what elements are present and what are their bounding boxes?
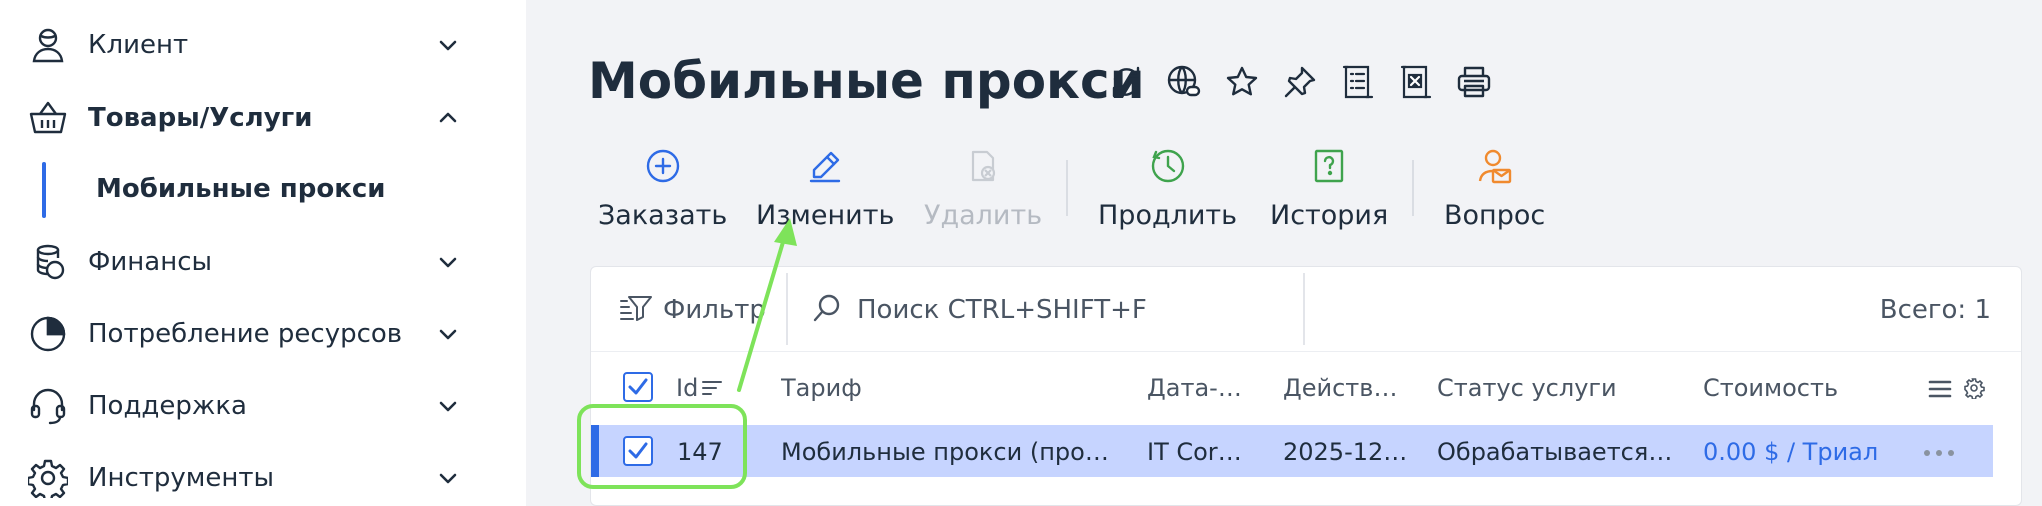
search-icon (811, 292, 843, 328)
cell-tariff: Мобильные прокси (пробн... (781, 438, 1121, 466)
sidebar-item-label: Клиент (88, 30, 189, 60)
divider (786, 273, 788, 345)
chevron-down-icon (434, 320, 462, 348)
title-actions (1106, 62, 1494, 102)
cell-valid-until: 2025-12-... (1283, 438, 1408, 466)
chevron-up-icon (434, 104, 462, 132)
user-mail-icon (1475, 146, 1515, 186)
chevron-down-icon (434, 248, 462, 276)
chevron-down-icon (434, 392, 462, 420)
sidebar-item-resource-usage[interactable]: Потребление ресурсов (0, 304, 526, 364)
sidebar-item-client[interactable]: Клиент (0, 15, 526, 75)
globe-link-icon[interactable] (1164, 62, 1204, 102)
page-title: Мобильные прокси (588, 52, 1145, 110)
column-header-datacenter[interactable]: Дата-ц... (1147, 374, 1252, 402)
sidebar-subitem-label: Мобильные прокси (96, 174, 386, 204)
pencil-icon (805, 146, 845, 186)
sidebar-item-label: Потребление ресурсов (88, 319, 403, 349)
headset-icon (27, 385, 69, 427)
sidebar-item-tools[interactable]: Инструменты (0, 448, 526, 506)
sidebar-item-label: Инструменты (88, 463, 275, 493)
column-header-id[interactable]: Id (676, 374, 698, 402)
pie-chart-icon (27, 313, 69, 355)
toolbar-divider (1066, 160, 1068, 216)
annotation-highlight-box (577, 404, 747, 489)
coins-icon (27, 241, 69, 283)
sidebar-item-label: Поддержка (88, 391, 247, 421)
pin-icon[interactable] (1280, 62, 1320, 102)
search-input[interactable] (857, 295, 1297, 325)
basket-icon (27, 97, 69, 139)
user-icon (27, 24, 69, 66)
sidebar-item-label: Товары/Услуги (88, 103, 313, 133)
column-header-valid-until[interactable]: Действу... (1283, 374, 1405, 402)
extend-button[interactable]: Продлить (1098, 140, 1237, 240)
sidebar-subitem-mobile-proxy[interactable]: Мобильные прокси (0, 162, 526, 218)
divider (1303, 273, 1305, 345)
sidebar-item-support[interactable]: Поддержка (0, 376, 526, 436)
excel-doc-icon[interactable] (1396, 62, 1436, 102)
sidebar: Клиент Товары/Услуги Мобильные прокси Фи… (0, 0, 526, 506)
sort-icon[interactable] (701, 378, 723, 404)
table-row[interactable]: 147 Мобильные прокси (пробн... IT Corv..… (591, 425, 1993, 477)
search-box[interactable] (811, 287, 1311, 333)
active-indicator (42, 162, 46, 218)
printer-icon[interactable] (1454, 62, 1494, 102)
cell-cost[interactable]: 0.00 $ / Триал (1703, 438, 1903, 466)
help-book-icon (1309, 146, 1349, 186)
chevron-down-icon (434, 464, 462, 492)
settings-gear-icon[interactable] (1963, 377, 1985, 403)
cell-datacenter: IT Corv... (1147, 438, 1252, 466)
select-all-checkbox[interactable] (623, 372, 653, 402)
column-header-status[interactable]: Статус услуги (1437, 374, 1657, 402)
services-table-panel: Фильтр Всего: 1 Id Тариф Дата-ц... Дейст… (590, 266, 2022, 506)
sidebar-item-label: Финансы (88, 247, 213, 277)
clock-icon (1148, 146, 1188, 186)
gear-icon (27, 457, 69, 499)
delete-doc-icon (963, 146, 1003, 186)
sidebar-item-goods-services[interactable]: Товары/Услуги (0, 88, 526, 148)
plus-circle-icon (643, 146, 683, 186)
toolbar-divider (1412, 160, 1414, 216)
question-button[interactable]: Вопрос (1444, 140, 1545, 240)
filter-icon (619, 291, 653, 329)
star-icon[interactable] (1222, 62, 1262, 102)
column-header-tariff[interactable]: Тариф (781, 374, 1031, 402)
list-doc-icon[interactable] (1338, 62, 1378, 102)
chevron-down-icon (434, 31, 462, 59)
columns-menu-icon[interactable] (1927, 376, 1953, 406)
cell-status: Обрабатывается (... (1437, 438, 1677, 466)
order-button[interactable]: Заказать (598, 140, 727, 240)
row-actions-icon[interactable] (1923, 443, 1955, 462)
delete-button[interactable]: Удалить (924, 140, 1042, 240)
refresh-icon[interactable] (1106, 62, 1146, 102)
column-header-cost[interactable]: Стоимость (1703, 374, 1903, 402)
sidebar-item-finance[interactable]: Финансы (0, 232, 526, 292)
filter-button[interactable]: Фильтр (619, 287, 766, 333)
table-header: Id Тариф Дата-ц... Действу... Статус усл… (591, 351, 2021, 425)
history-button[interactable]: История (1270, 140, 1388, 240)
edit-button[interactable]: Изменить (756, 140, 894, 240)
total-count: Всего: 1 (1879, 295, 1991, 325)
